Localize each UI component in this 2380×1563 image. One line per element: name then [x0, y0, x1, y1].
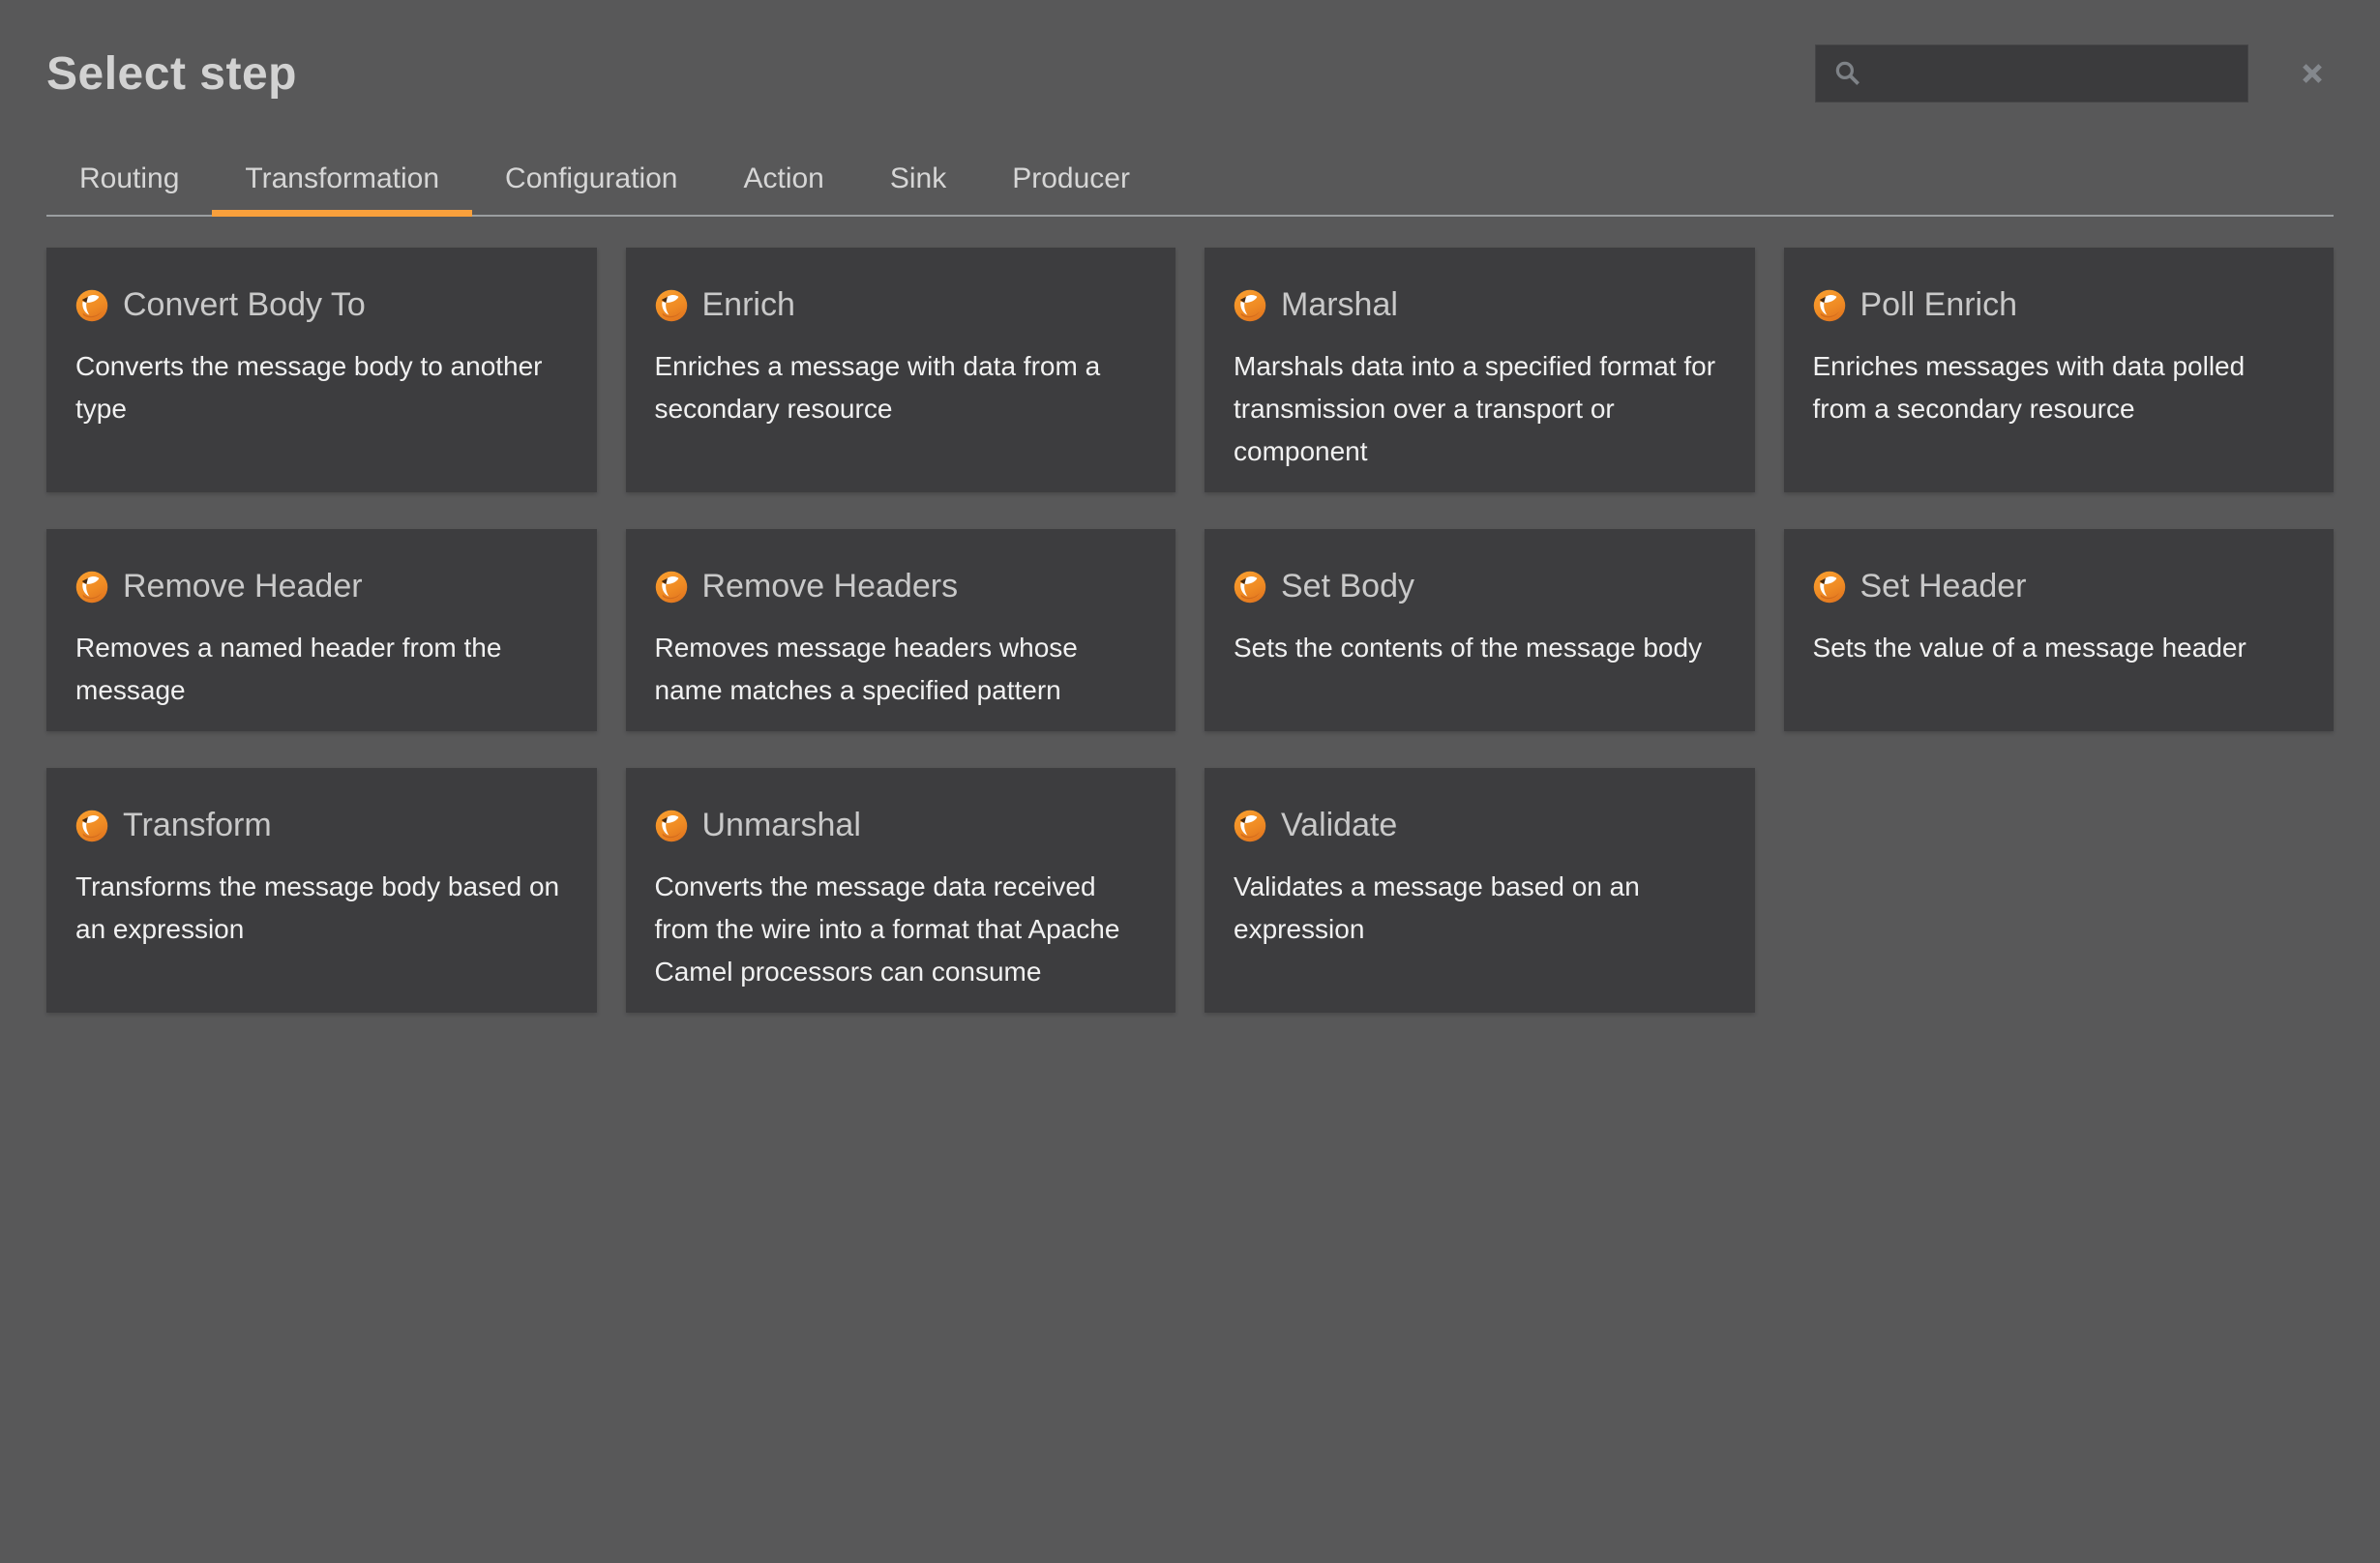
step-description: Sets the contents of the message body [1234, 627, 1726, 669]
step-name: Validate [1281, 807, 1397, 844]
step-description: Sets the value of a message header [1813, 627, 2306, 669]
step-card-header: Poll Enrich [1813, 286, 2306, 324]
step-description: Marshals data into a specified format fo… [1234, 345, 1726, 473]
camel-icon [655, 810, 688, 842]
step-card-header: Set Body [1234, 568, 1726, 605]
camel-icon [655, 289, 688, 322]
camel-icon [1234, 571, 1266, 604]
step-card[interactable]: Enrich Enriches a message with data from… [626, 248, 1176, 492]
tab-action[interactable]: Action [710, 161, 856, 215]
step-description: Enriches messages with data polled from … [1813, 345, 2306, 430]
step-card-header: Enrich [655, 286, 1147, 324]
step-card[interactable]: Set Header Sets the value of a message h… [1784, 529, 2335, 731]
step-name: Set Header [1860, 568, 2027, 605]
step-name: Remove Header [123, 568, 363, 605]
step-description: Removes a named header from the message [75, 627, 568, 712]
step-name: Transform [123, 807, 272, 844]
close-button[interactable] [2291, 52, 2334, 95]
step-card[interactable]: Unmarshal Converts the message data rece… [626, 768, 1176, 1013]
step-card[interactable]: Marshal Marshals data into a specified f… [1205, 248, 1755, 492]
tab-routing[interactable]: Routing [46, 161, 212, 215]
step-card[interactable]: Remove Header Removes a named header fro… [46, 529, 597, 731]
search-icon [1833, 59, 1862, 88]
camel-icon [75, 810, 108, 842]
step-card[interactable]: Remove Headers Removes message headers w… [626, 529, 1176, 731]
close-icon [2300, 61, 2325, 86]
step-card-header: Unmarshal [655, 807, 1147, 844]
step-description: Removes message headers whose name match… [655, 627, 1147, 712]
search-input[interactable] [1816, 45, 2247, 102]
camel-icon [655, 571, 688, 604]
step-card-header: Marshal [1234, 286, 1726, 324]
step-description: Validates a message based on an expressi… [1234, 866, 1726, 951]
step-name: Remove Headers [702, 568, 959, 605]
tab-configuration[interactable]: Configuration [472, 161, 710, 215]
camel-icon [1813, 289, 1846, 322]
camel-icon [1234, 810, 1266, 842]
tab-sink[interactable]: Sink [857, 161, 979, 215]
step-card-header: Remove Headers [655, 568, 1147, 605]
step-card[interactable]: Poll Enrich Enriches messages with data … [1784, 248, 2335, 492]
dialog-title: Select step [46, 47, 297, 101]
select-step-dialog: Select step RoutingTransformationConfigu… [0, 0, 2380, 1013]
step-card[interactable]: Transform Transforms the message body ba… [46, 768, 597, 1013]
step-card-header: Set Header [1813, 568, 2306, 605]
steps-grid: Convert Body To Converts the message bod… [46, 248, 2334, 1013]
step-card-header: Transform [75, 807, 568, 844]
search-box[interactable] [1815, 44, 2248, 103]
step-name: Marshal [1281, 286, 1398, 324]
tab-transformation[interactable]: Transformation [212, 161, 472, 215]
step-description: Transforms the message body based on an … [75, 866, 568, 951]
step-card-header: Convert Body To [75, 286, 568, 324]
step-description: Enriches a message with data from a seco… [655, 345, 1147, 430]
step-card[interactable]: Convert Body To Converts the message bod… [46, 248, 597, 492]
tabs-bar: RoutingTransformationConfigurationAction… [46, 161, 2334, 217]
step-name: Set Body [1281, 568, 1414, 605]
dialog-header: Select step [0, 0, 2380, 104]
step-description: Converts the message body to another typ… [75, 345, 568, 430]
step-name: Unmarshal [702, 807, 861, 844]
step-card-header: Validate [1234, 807, 1726, 844]
camel-icon [75, 289, 108, 322]
step-name: Enrich [702, 286, 795, 324]
step-name: Convert Body To [123, 286, 366, 324]
step-description: Converts the message data received from … [655, 866, 1147, 993]
step-name: Poll Enrich [1860, 286, 2018, 324]
step-card[interactable]: Set Body Sets the contents of the messag… [1205, 529, 1755, 731]
tab-producer[interactable]: Producer [979, 161, 1163, 215]
camel-icon [75, 571, 108, 604]
step-card[interactable]: Validate Validates a message based on an… [1205, 768, 1755, 1013]
camel-icon [1813, 571, 1846, 604]
camel-icon [1234, 289, 1266, 322]
step-card-header: Remove Header [75, 568, 568, 605]
